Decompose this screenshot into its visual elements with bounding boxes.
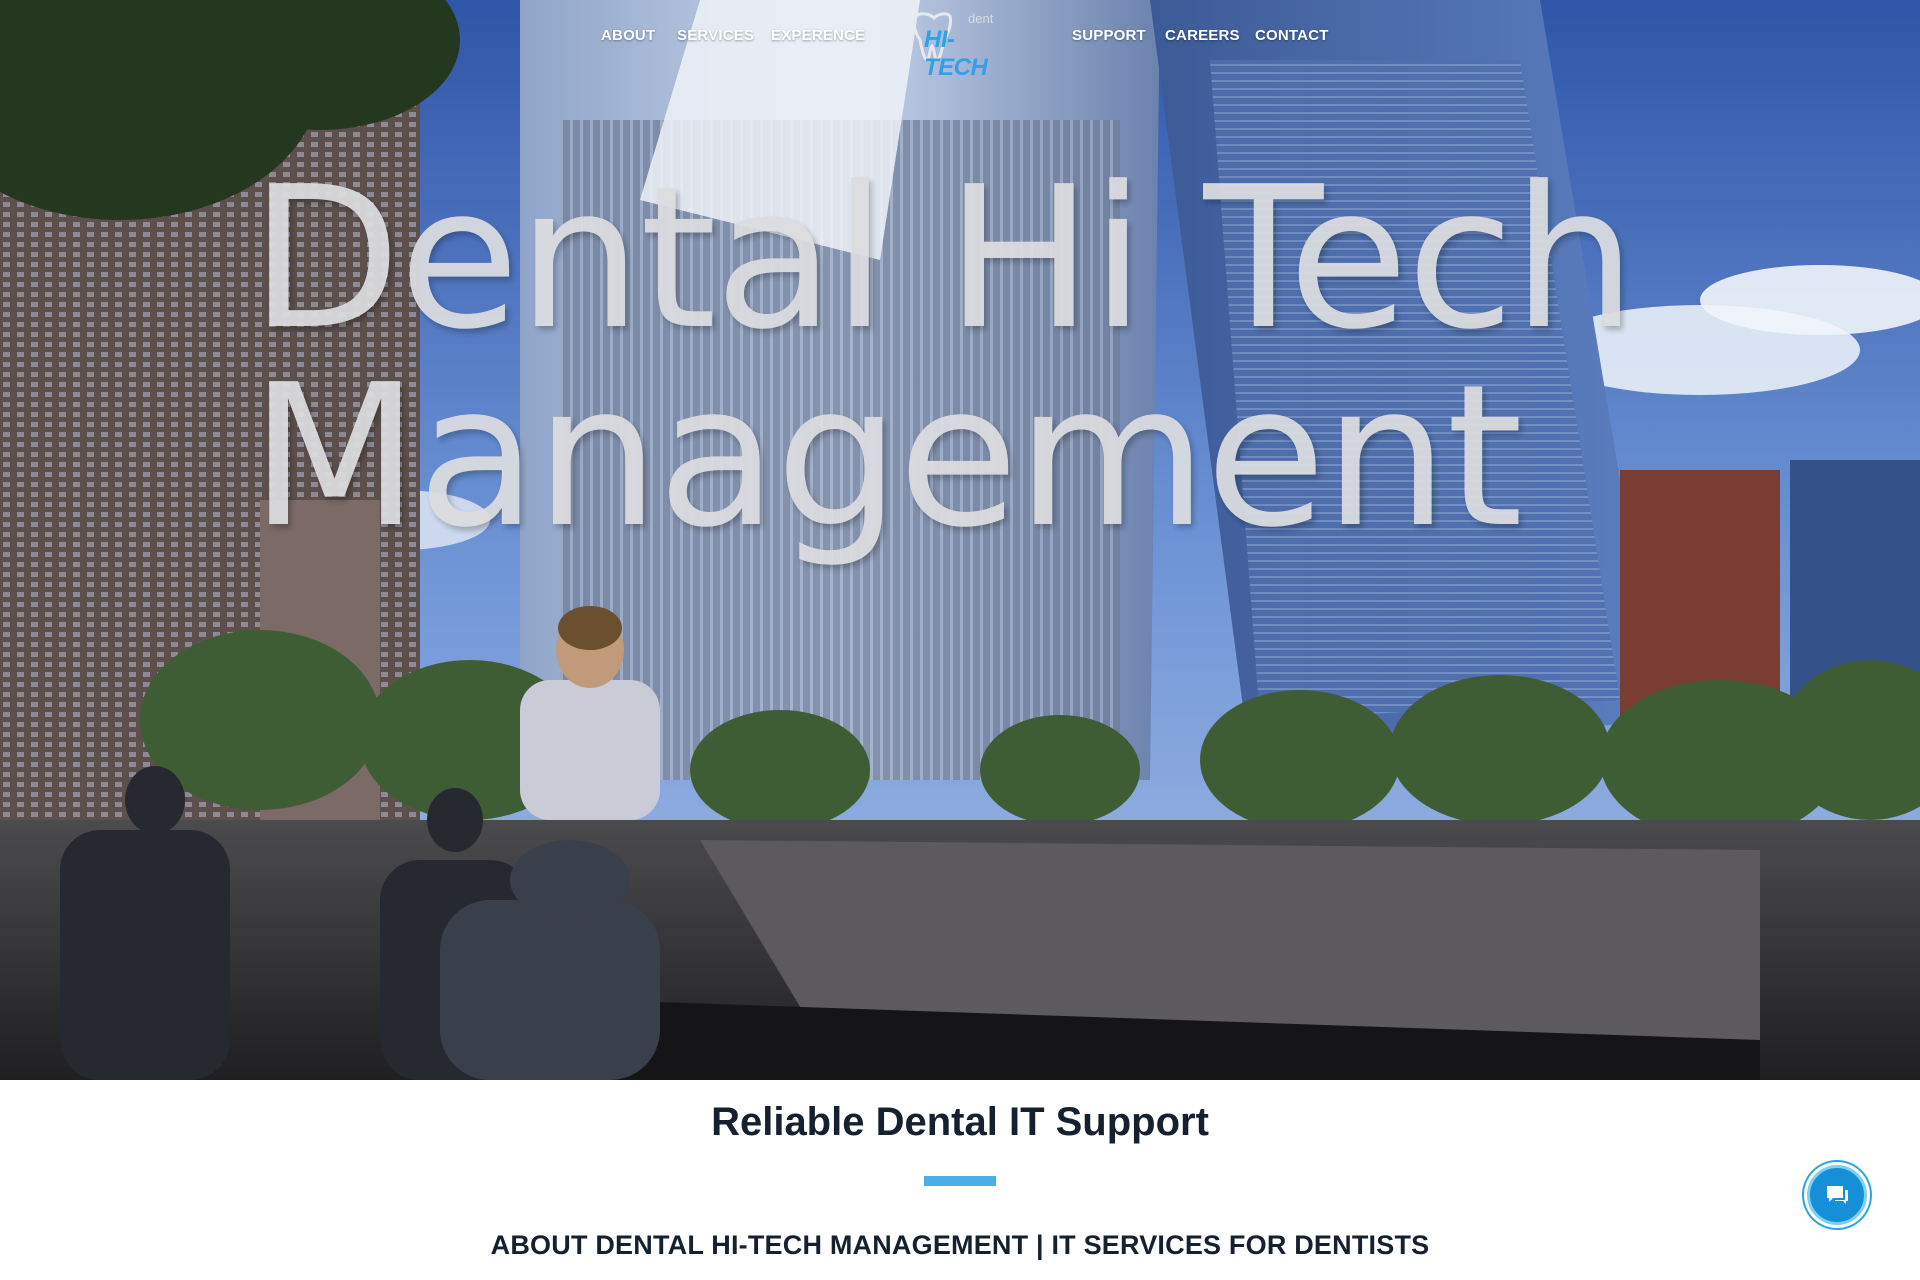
nav-contact[interactable]: CONTACT	[1255, 27, 1329, 44]
hero-title-line-1: Dental Hi Tech	[250, 145, 1637, 373]
hero-section: ABOUT SERVICES EXPERENCE dent HI-TECH SU…	[0, 0, 1920, 1080]
chat-bubbles-icon	[1827, 1186, 1848, 1204]
nav-support[interactable]: SUPPORT	[1072, 27, 1146, 44]
section-subheading: ABOUT DENTAL HI-TECH MANAGEMENT | IT SER…	[490, 1230, 1430, 1260]
logo-main-text: HI-TECH	[924, 26, 988, 81]
nav-experience[interactable]: EXPERENCE	[771, 27, 865, 44]
main-navigation: ABOUT SERVICES EXPERENCE dent HI-TECH SU…	[0, 0, 1920, 81]
hero-title: Dental Hi Tech Management	[250, 160, 1670, 556]
logo-small-text: dent	[968, 11, 994, 26]
heading-divider	[924, 1176, 996, 1186]
site-logo[interactable]: dent HI-TECH	[912, 8, 1012, 81]
chat-button[interactable]	[1807, 1165, 1867, 1225]
nav-about[interactable]: ABOUT	[601, 27, 655, 44]
nav-careers[interactable]: CAREERS	[1165, 27, 1240, 44]
hero-title-line-2: Management	[250, 343, 1523, 571]
nav-services[interactable]: SERVICES	[677, 27, 754, 44]
section-heading: Reliable Dental IT Support	[711, 1100, 1209, 1144]
